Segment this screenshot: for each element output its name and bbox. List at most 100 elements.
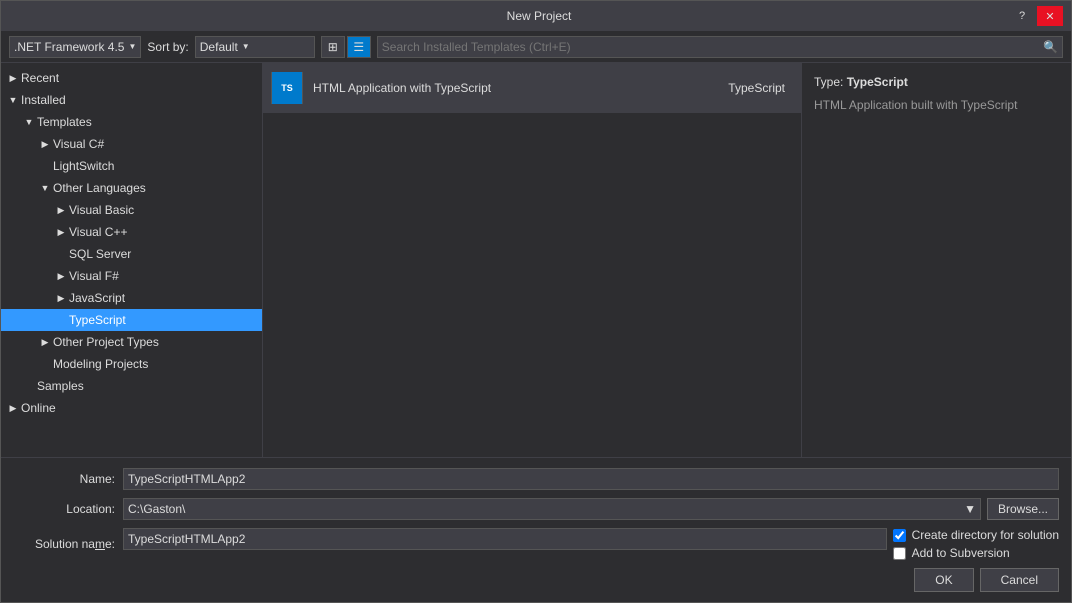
sort-label: Sort by:	[147, 40, 188, 54]
sidebar-item-label: Recent	[21, 71, 59, 85]
sidebar: ▶ Recent ▼ Installed ▼ Templates ▶ Visua…	[1, 63, 263, 457]
content-area: ▶ Recent ▼ Installed ▼ Templates ▶ Visua…	[1, 63, 1071, 457]
sort-arrow-icon: ▼	[242, 42, 250, 51]
sidebar-item-label: LightSwitch	[53, 159, 114, 173]
type-row: Type: TypeScript	[814, 75, 1059, 89]
location-value: C:\Gaston\	[128, 502, 185, 516]
info-description: HTML Application built with TypeScript	[814, 97, 1059, 114]
sidebar-item-samples[interactable]: ▶ Samples	[1, 375, 262, 397]
sidebar-item-label: Visual C#	[53, 137, 104, 151]
sidebar-item-templates[interactable]: ▼ Templates	[1, 111, 262, 133]
solution-name-input[interactable]	[123, 528, 887, 550]
titlebar-controls: ? ✕	[1009, 6, 1063, 26]
list-view-button[interactable]: ☰	[347, 36, 371, 58]
sidebar-item-javascript[interactable]: ▶ JavaScript	[1, 287, 262, 309]
help-button[interactable]: ?	[1009, 6, 1035, 26]
expand-icon: ▼	[37, 180, 53, 196]
create-directory-row: Create directory for solution	[893, 528, 1059, 542]
toolbar: .NET Framework 4.5 ▼ Sort by: Default ▼ …	[1, 31, 1071, 63]
sidebar-item-label: Installed	[21, 93, 66, 107]
type-label: Type:	[814, 75, 847, 89]
name-input[interactable]	[123, 468, 1059, 490]
sort-dropdown[interactable]: Default ▼	[195, 36, 315, 58]
sidebar-item-visual-f[interactable]: ▶ Visual F#	[1, 265, 262, 287]
name-label: Name:	[13, 472, 123, 486]
main-panel: TS HTML Application with TypeScript Type…	[263, 63, 801, 457]
type-value: TypeScript	[847, 75, 908, 89]
project-icon: TS	[271, 72, 303, 104]
expand-icon: ▶	[5, 70, 21, 86]
typescript-icon: TS	[272, 72, 302, 104]
expand-icon: ▶	[53, 202, 69, 218]
search-icon: 🔍	[1043, 40, 1058, 54]
location-row: Location: C:\Gaston\ ▼ Browse...	[13, 498, 1059, 520]
expand-icon: ▶	[53, 268, 69, 284]
dialog-title: New Project	[69, 9, 1009, 23]
add-subversion-checkbox[interactable]	[893, 547, 906, 560]
checkboxes: Create directory for solution Add to Sub…	[893, 528, 1059, 560]
buttons-row: OK Cancel	[13, 568, 1059, 592]
sidebar-item-recent[interactable]: ▶ Recent	[1, 67, 262, 89]
sidebar-item-label: TypeScript	[69, 313, 126, 327]
sidebar-item-label: SQL Server	[69, 247, 131, 261]
close-button[interactable]: ✕	[1037, 6, 1063, 26]
titlebar: New Project ? ✕	[1, 1, 1071, 31]
sidebar-item-label: Visual F#	[69, 269, 119, 283]
sidebar-item-sql-server[interactable]: ▶ SQL Server	[1, 243, 262, 265]
sidebar-item-other-project-types[interactable]: ▶ Other Project Types	[1, 331, 262, 353]
location-wrapper: C:\Gaston\ ▼ Browse...	[123, 498, 1059, 520]
solution-name-label: Solution name:	[13, 537, 123, 551]
expand-icon: ▶	[37, 334, 53, 350]
sidebar-item-lightswitch[interactable]: ▶ LightSwitch	[1, 155, 262, 177]
search-box: 🔍	[377, 36, 1063, 58]
sidebar-item-label: Other Languages	[53, 181, 146, 195]
sidebar-item-label: Visual C++	[69, 225, 127, 239]
sidebar-item-label: JavaScript	[69, 291, 125, 305]
sidebar-item-online[interactable]: ▶ Online	[1, 397, 262, 419]
expand-icon: ▶	[53, 224, 69, 240]
solution-name-row: Solution name: Create directory for solu…	[13, 528, 1059, 560]
sidebar-item-visual-c[interactable]: ▶ Visual C#	[1, 133, 262, 155]
expand-icon: ▶	[37, 136, 53, 152]
cancel-button[interactable]: Cancel	[980, 568, 1059, 592]
ok-button[interactable]: OK	[914, 568, 973, 592]
search-input[interactable]	[382, 40, 1039, 54]
sidebar-item-visual-basic[interactable]: ▶ Visual Basic	[1, 199, 262, 221]
browse-button[interactable]: Browse...	[987, 498, 1059, 520]
framework-value: .NET Framework 4.5	[14, 40, 124, 54]
sidebar-item-label: Templates	[37, 115, 92, 129]
sidebar-item-other-languages[interactable]: ▼ Other Languages	[1, 177, 262, 199]
expand-icon: ▼	[21, 114, 37, 130]
sidebar-item-visual-cpp[interactable]: ▶ Visual C++	[1, 221, 262, 243]
bottom-panel: Name: Location: C:\Gaston\ ▼ Browse... S…	[1, 457, 1071, 602]
framework-dropdown[interactable]: .NET Framework 4.5 ▼	[9, 36, 141, 58]
framework-arrow-icon: ▼	[128, 42, 136, 51]
create-directory-checkbox[interactable]	[893, 529, 906, 542]
project-list: TS HTML Application with TypeScript Type…	[263, 63, 801, 457]
sidebar-item-modeling-projects[interactable]: ▶ Modeling Projects	[1, 353, 262, 375]
location-input[interactable]: C:\Gaston\ ▼	[123, 498, 981, 520]
add-subversion-row: Add to Subversion	[893, 546, 1059, 560]
expand-icon: ▼	[5, 92, 21, 108]
expand-icon: ▶	[53, 290, 69, 306]
sidebar-item-label: Visual Basic	[69, 203, 134, 217]
project-language: TypeScript	[728, 81, 793, 95]
expand-icon: ▶	[5, 400, 21, 416]
sort-value: Default	[200, 40, 238, 54]
project-name: HTML Application with TypeScript	[313, 81, 718, 95]
sidebar-item-label: Samples	[37, 379, 84, 393]
view-buttons: ⊞ ☰	[321, 36, 371, 58]
location-label: Location:	[13, 502, 123, 516]
sidebar-item-installed[interactable]: ▼ Installed	[1, 89, 262, 111]
project-item[interactable]: TS HTML Application with TypeScript Type…	[263, 63, 801, 113]
new-project-dialog: New Project ? ✕ .NET Framework 4.5 ▼ Sor…	[0, 0, 1072, 603]
info-panel: Type: TypeScript HTML Application built …	[801, 63, 1071, 457]
name-row: Name:	[13, 468, 1059, 490]
sidebar-item-label: Other Project Types	[53, 335, 159, 349]
dropdown-arrow-icon: ▼	[964, 502, 976, 516]
sidebar-item-label: Modeling Projects	[53, 357, 148, 371]
sidebar-item-typescript[interactable]: ▶ TypeScript	[1, 309, 262, 331]
grid-view-button[interactable]: ⊞	[321, 36, 345, 58]
sidebar-item-label: Online	[21, 401, 56, 415]
create-directory-label: Create directory for solution	[912, 528, 1059, 542]
